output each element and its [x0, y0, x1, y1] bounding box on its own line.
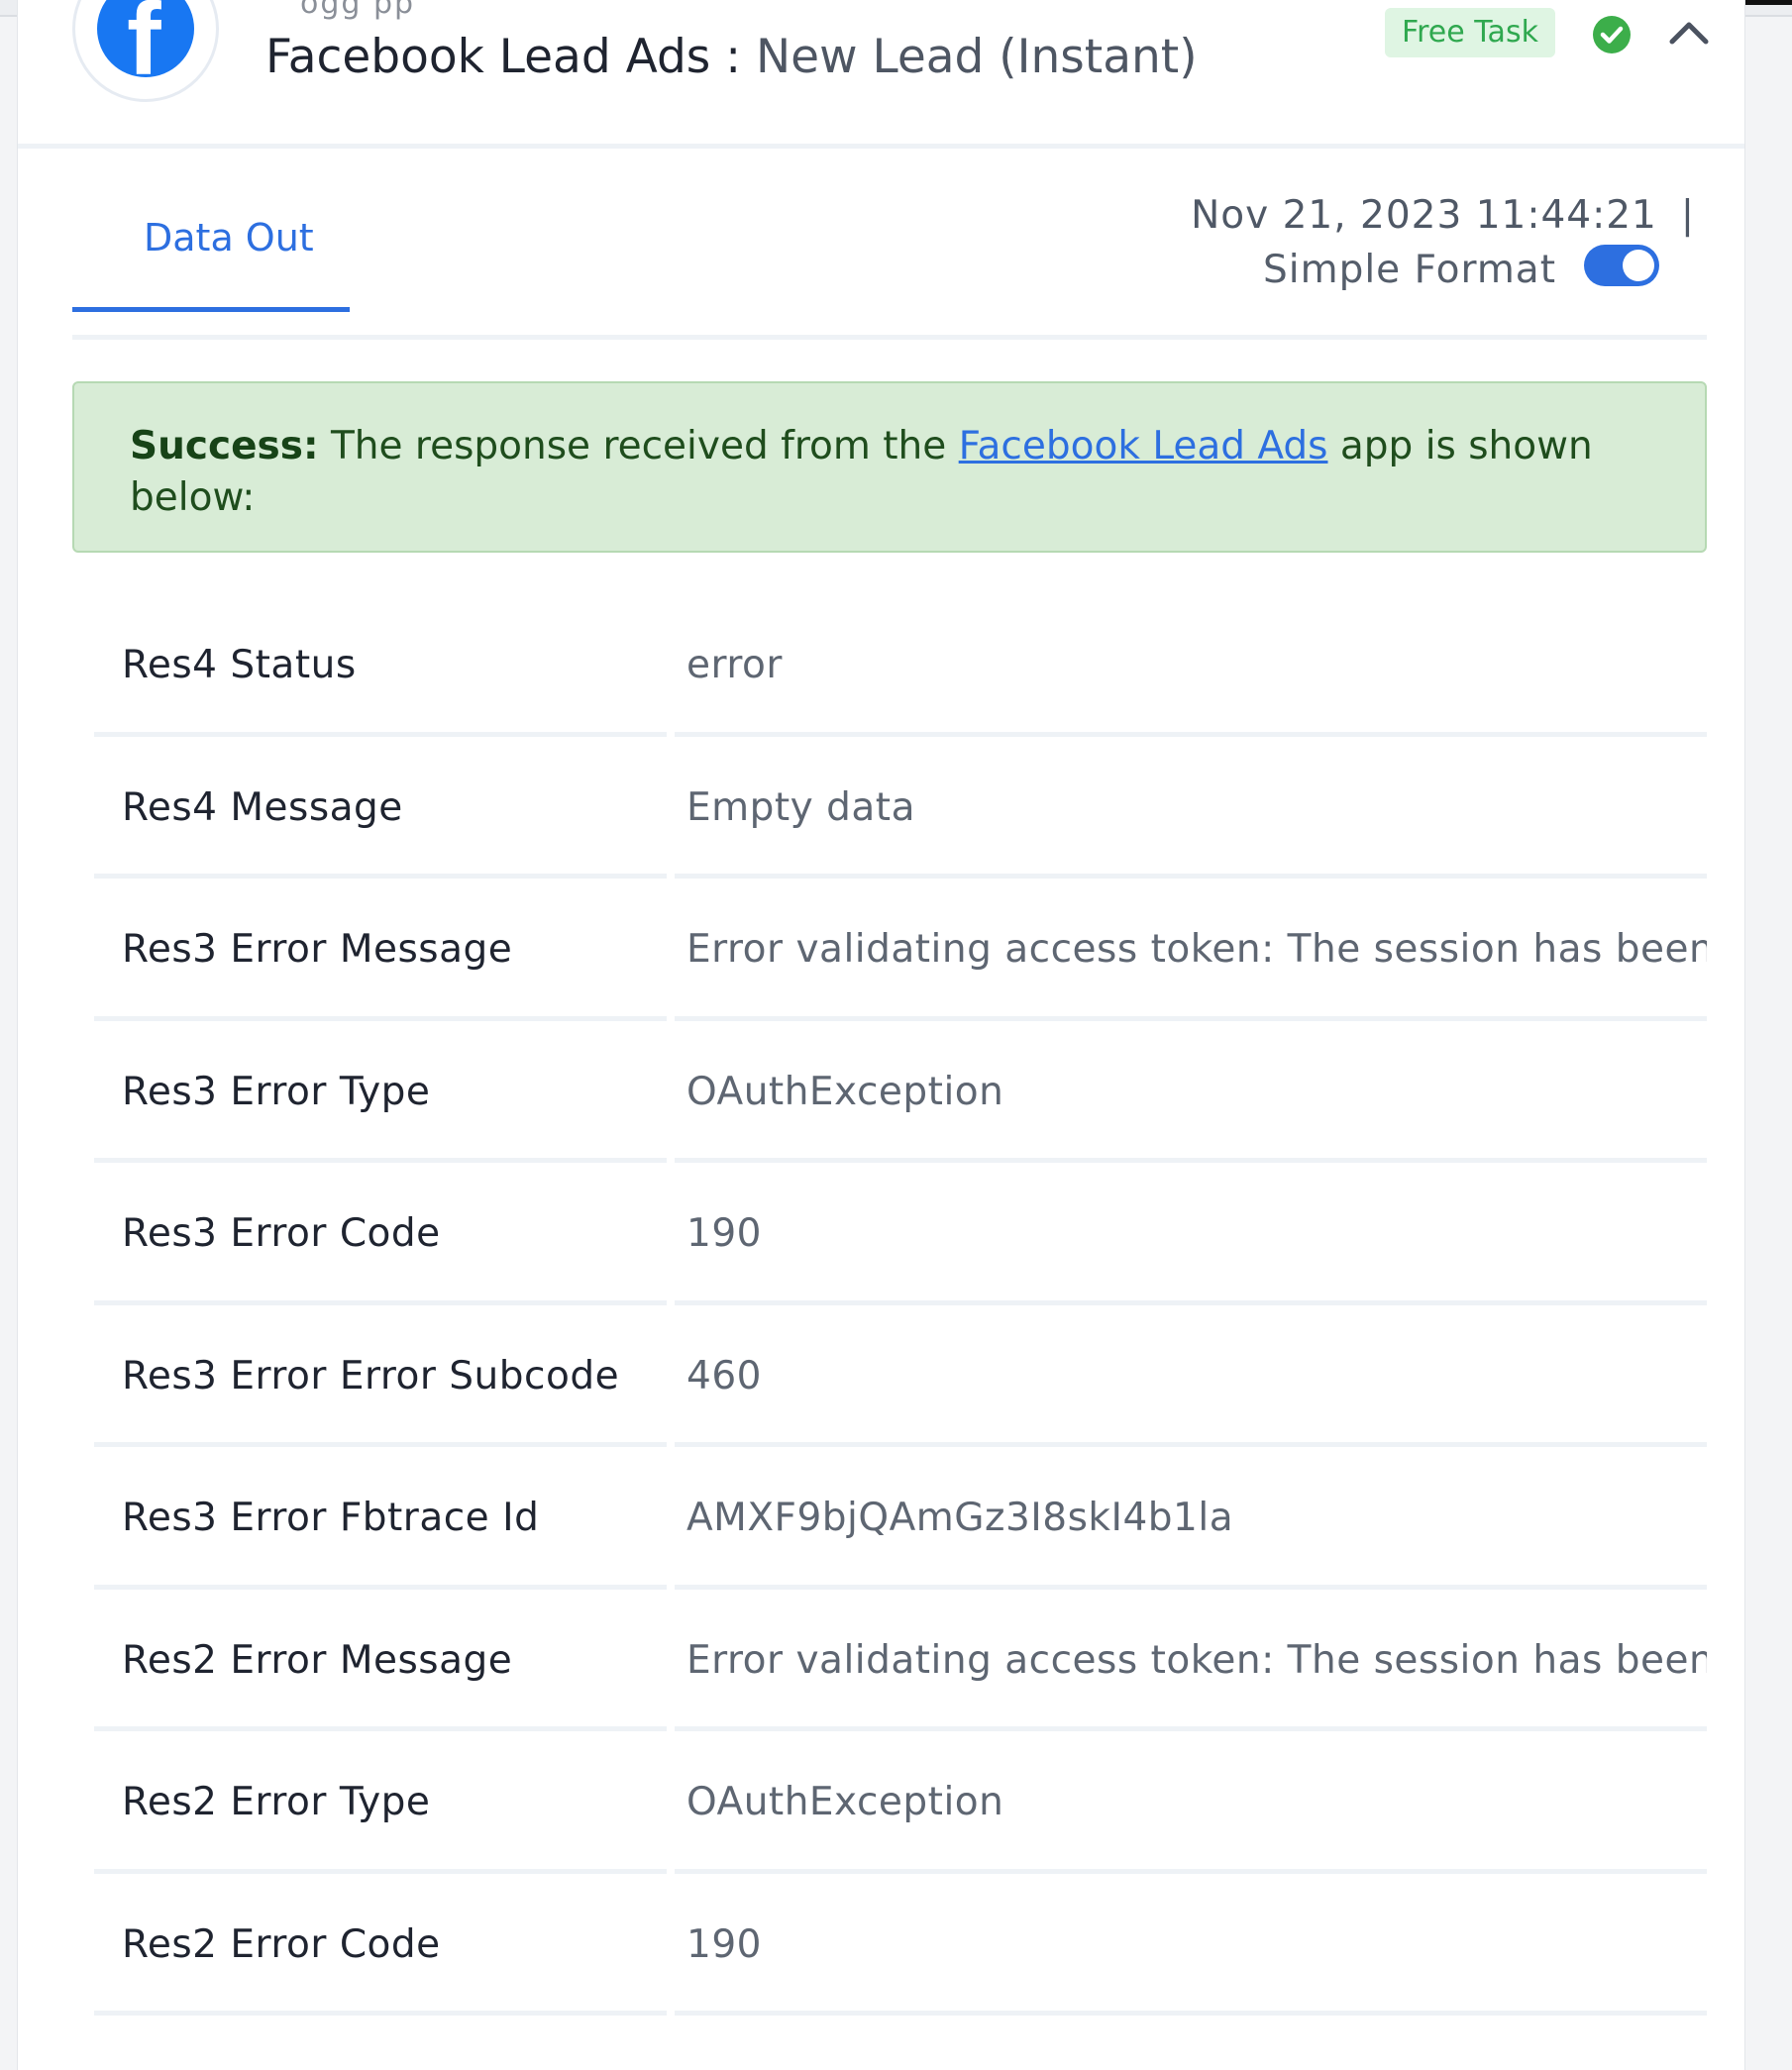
facebook-logo-icon: f [72, 0, 219, 102]
tab-data-out[interactable]: Data Out [72, 188, 350, 312]
tab-divider [72, 335, 1707, 340]
row-value: 190 [686, 1211, 762, 1256]
run-timestamp: Nov 21, 2023 11:44:21 | [1191, 193, 1695, 238]
row-value: Error validating access token: The sessi… [686, 927, 1707, 972]
simple-format-toggle[interactable] [1584, 245, 1659, 286]
row-key: Res4 Message [122, 784, 403, 830]
free-task-badge: Free Task [1385, 8, 1555, 57]
check-circle-icon [1593, 16, 1631, 53]
timestamp-divider: | [1680, 193, 1695, 238]
row-key: Res3 Error Fbtrace Id [122, 1496, 540, 1540]
table-row: Res4 Status error [72, 594, 1707, 737]
simple-format-label: Simple Format [1263, 248, 1556, 292]
table-row: Res3 Error Type OAuthException [72, 1021, 1707, 1163]
app-name: Facebook Lead Ads [265, 30, 711, 84]
table-row: Res4 Message Empty data [72, 737, 1707, 879]
row-divider-right [675, 2011, 1707, 2016]
row-key: Res3 Error Message [122, 927, 513, 972]
table-row: Res3 Error Error Subcode 460 [72, 1305, 1707, 1447]
chevron-up-icon[interactable] [1667, 14, 1711, 50]
table-row: Res3 Error Code 190 [72, 1163, 1707, 1305]
header-faint-text: ogg pp [300, 0, 416, 21]
facebook-lead-ads-link[interactable]: Facebook Lead Ads [959, 424, 1328, 468]
event-name: New Lead (Instant) [756, 30, 1198, 84]
row-key: Res3 Error Type [122, 1069, 431, 1114]
row-key: Res4 Status [122, 643, 357, 687]
row-divider-left [94, 2011, 667, 2016]
step-header[interactable]: f ogg pp Facebook Lead Ads : New Lead (I… [18, 0, 1744, 149]
row-key: Res2 Error Message [122, 1637, 513, 1683]
row-value: OAuthException [686, 1069, 1004, 1114]
alert-prefix: Success: [130, 424, 319, 468]
row-value: error [686, 643, 783, 687]
row-value: AMXF9bjQAmGz3I8skI4b1la [686, 1496, 1234, 1540]
row-key: Res2 Error Code [122, 1921, 441, 1967]
step-card: f ogg pp Facebook Lead Ads : New Lead (I… [17, 0, 1745, 2070]
timestamp-text: Nov 21, 2023 11:44:21 [1191, 193, 1657, 238]
table-row: Res2 Error Message Error validating acce… [72, 1590, 1707, 1731]
row-value: OAuthException [686, 1780, 1004, 1824]
row-value: Empty data [686, 784, 916, 830]
row-key: Res3 Error Code [122, 1211, 441, 1256]
row-value: 460 [686, 1353, 762, 1398]
row-key: Res3 Error Error Subcode [122, 1353, 620, 1398]
table-row: Res2 Error Code 190 [72, 1874, 1707, 2016]
step-title: Facebook Lead Ads : New Lead (Instant) [265, 28, 1198, 87]
table-row: Res2 Error Type OAuthException [72, 1731, 1707, 1874]
row-value: Error validating access token: The sessi… [686, 1637, 1707, 1683]
table-row: Res3 Error Message Error validating acce… [72, 879, 1707, 1021]
row-value: 190 [686, 1921, 762, 1967]
table-row: Res3 Error Fbtrace Id AMXF9bjQAmGz3I8skI… [72, 1447, 1707, 1590]
toggle-knob [1623, 250, 1654, 281]
success-alert: Success: The response received from the … [72, 381, 1707, 553]
data-out-table: Res4 Status error Res4 Message Empty dat… [72, 594, 1707, 2016]
title-separator: : [710, 30, 756, 84]
row-key: Res2 Error Type [122, 1780, 431, 1824]
tab-data-out-label: Data Out [144, 216, 314, 259]
alert-text-before: The response received from the [318, 424, 959, 468]
